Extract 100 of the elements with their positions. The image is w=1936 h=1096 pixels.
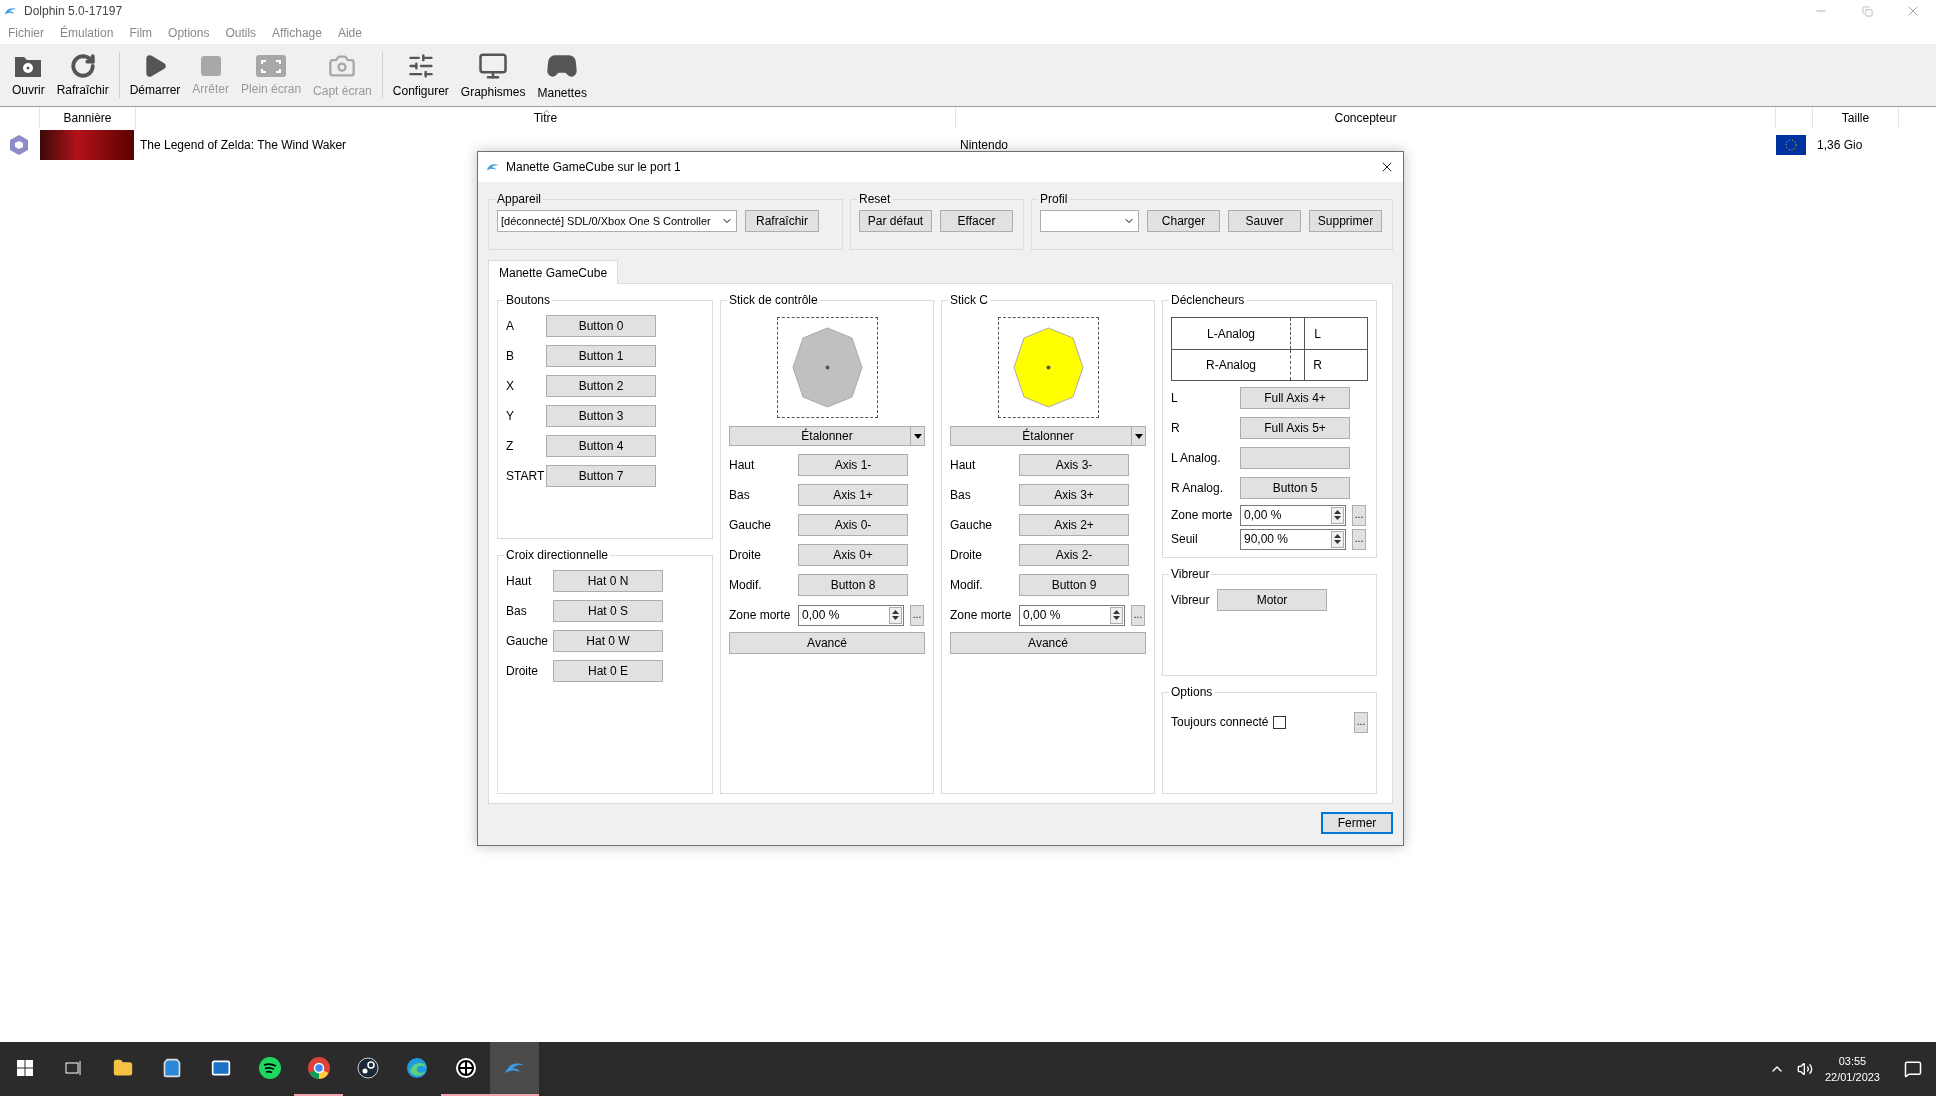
advanced-button[interactable]: Avancé	[729, 632, 925, 654]
mapping-button[interactable]: Hat 0 E	[553, 660, 663, 682]
trigger-label: R-Analog	[1205, 357, 1257, 374]
profile-button[interactable]: Charger	[1147, 210, 1220, 232]
menu-item[interactable]: Film	[129, 26, 153, 40]
menu-item[interactable]: Fichier	[8, 26, 44, 40]
mapping-button[interactable]: Axis 1-	[798, 454, 908, 476]
spin-field[interactable]: 0,00 %	[1019, 604, 1125, 626]
mapping-button[interactable]: Motor	[1217, 589, 1327, 611]
music-app-icon	[258, 1057, 281, 1079]
mapping-button[interactable]: Button 5	[1240, 477, 1350, 499]
mapping-button[interactable]: Axis 3+	[1019, 484, 1129, 506]
mapping-button[interactable]: Hat 0 S	[553, 600, 663, 622]
spin-arrows-icon	[1334, 509, 1341, 521]
menu-item[interactable]: Outils	[225, 26, 257, 40]
more-button[interactable]: ...	[1352, 504, 1366, 526]
trigger-key: R	[1304, 350, 1330, 380]
spin-arrows-icon	[892, 609, 899, 621]
more-button[interactable]: ...	[1354, 711, 1368, 733]
mapping-label: Zone morte	[950, 608, 1013, 622]
mapping-button[interactable]: Button 4	[546, 435, 656, 457]
spin-field[interactable]: 0,00 %	[798, 604, 904, 626]
mapping-button[interactable]: Button 1	[546, 345, 656, 367]
dialog-title: Manette GameCube sur le port 1	[506, 160, 681, 174]
menu-item[interactable]: Émulation	[60, 26, 114, 40]
spin-field[interactable]: 0,00 %	[1240, 504, 1346, 526]
spin-field[interactable]: 90,00 %	[1240, 528, 1346, 550]
mapping-button[interactable]: Axis 3-	[1019, 454, 1129, 476]
more-button[interactable]: ...	[1352, 528, 1366, 550]
mapping-button[interactable]: Axis 2+	[1019, 514, 1129, 536]
mapping-label: Gauche	[950, 518, 994, 532]
mapping-label: Bas	[950, 488, 972, 502]
mapping-label: Gauche	[729, 518, 773, 532]
mapping-button[interactable]: Button 8	[798, 574, 908, 596]
edge-browser-icon	[405, 1057, 428, 1079]
profile-button[interactable]: Supprimer	[1309, 210, 1382, 232]
more-button[interactable]: ...	[1131, 604, 1145, 626]
checkbox[interactable]	[1273, 715, 1287, 729]
mapping-button[interactable]: Button 3	[546, 405, 656, 427]
reset-button[interactable]: Par défaut	[859, 210, 932, 232]
mapping-button[interactable]: Axis 1+	[798, 484, 908, 506]
fullscreen-icon	[255, 54, 288, 78]
game-maker: Nintendo	[959, 138, 1010, 152]
column-header[interactable]: Titre	[136, 107, 956, 129]
mapping-label: Modif.	[950, 578, 984, 592]
mapping-label: Z	[506, 439, 515, 453]
clock-time: 03:55	[1838, 1054, 1867, 1069]
mapping-button[interactable]: Hat 0 N	[553, 570, 663, 592]
mapping-button[interactable]: Button 7	[546, 465, 656, 487]
refresh-button[interactable]: Rafraîchir	[745, 210, 819, 232]
mapping-label: Droite	[729, 548, 762, 562]
toolbar-button[interactable]: Démarrer	[123, 44, 187, 106]
mapping-label: X	[506, 379, 515, 393]
mapping-label: Droite	[950, 548, 983, 562]
tab[interactable]: Manette GameCube	[488, 260, 619, 284]
menu-item[interactable]: Affichage	[272, 26, 322, 40]
toolbar-button[interactable]: Configurer	[386, 44, 455, 106]
mapping-button[interactable]: Button 2	[546, 375, 656, 397]
advanced-button[interactable]: Avancé	[950, 632, 1146, 654]
mapping-label: Bas	[729, 488, 751, 502]
mapping-label: L Analog.	[1171, 451, 1222, 465]
more-button[interactable]: ...	[910, 604, 924, 626]
mapping-label: Bas	[506, 604, 528, 618]
column-header[interactable]: Taille	[1813, 107, 1899, 129]
close-dialog-button[interactable]: Fermer	[1321, 812, 1393, 834]
mapping-button[interactable]: Button 0	[546, 315, 656, 337]
toolbar-button[interactable]: Rafraîchir	[50, 44, 115, 106]
mapping-button[interactable]: Button 9	[1019, 574, 1129, 596]
calibrate-button[interactable]: Étalonner	[729, 426, 925, 446]
mapping-button[interactable]: Full Axis 4+	[1240, 387, 1350, 409]
mapping-button[interactable]: Axis 2-	[1019, 544, 1129, 566]
refresh-icon	[69, 53, 96, 79]
reset-button[interactable]: Effacer	[940, 210, 1013, 232]
group-title: Options	[1170, 685, 1214, 699]
mapping-button[interactable]: Axis 0-	[798, 514, 908, 536]
game-title: The Legend of Zelda: The Wind Waker	[139, 138, 348, 152]
notification-icon[interactable]	[1904, 1060, 1922, 1078]
menu-item[interactable]: Aide	[337, 26, 362, 40]
clock-date: 22/01/2023	[1824, 1070, 1880, 1085]
speaker-icon[interactable]	[1796, 1061, 1813, 1077]
column-header[interactable]: Bannière	[40, 107, 136, 129]
mapping-label: Zone morte	[1171, 508, 1234, 522]
spin-arrows-icon	[1113, 609, 1120, 621]
menu-item[interactable]: Options	[168, 26, 210, 40]
mapping-button[interactable]: Full Axis 5+	[1240, 417, 1350, 439]
calibrate-button[interactable]: Étalonner	[950, 426, 1146, 446]
mapping-label: Modif.	[729, 578, 763, 592]
mapping-label: START	[506, 469, 546, 483]
stick-center-dot	[825, 365, 829, 370]
device-dropdown[interactable]: [déconnecté] SDL/0/Xbox One S Controller	[497, 210, 737, 232]
column-header[interactable]: Concepteur	[956, 107, 1776, 129]
toolbar-button[interactable]: Ouvrir	[6, 44, 51, 106]
trigger-label: L-Analog	[1205, 325, 1256, 343]
mapping-button[interactable]: Hat 0 W	[553, 630, 663, 652]
mapping-button[interactable]: Axis 0+	[798, 544, 908, 566]
toolbar-button[interactable]: Graphismes	[454, 44, 532, 106]
profile-button[interactable]: Sauver	[1228, 210, 1301, 232]
windows-logo-icon	[16, 1060, 33, 1076]
toolbar-button[interactable]: Manettes	[531, 44, 593, 106]
mapping-label: Haut	[506, 574, 533, 588]
